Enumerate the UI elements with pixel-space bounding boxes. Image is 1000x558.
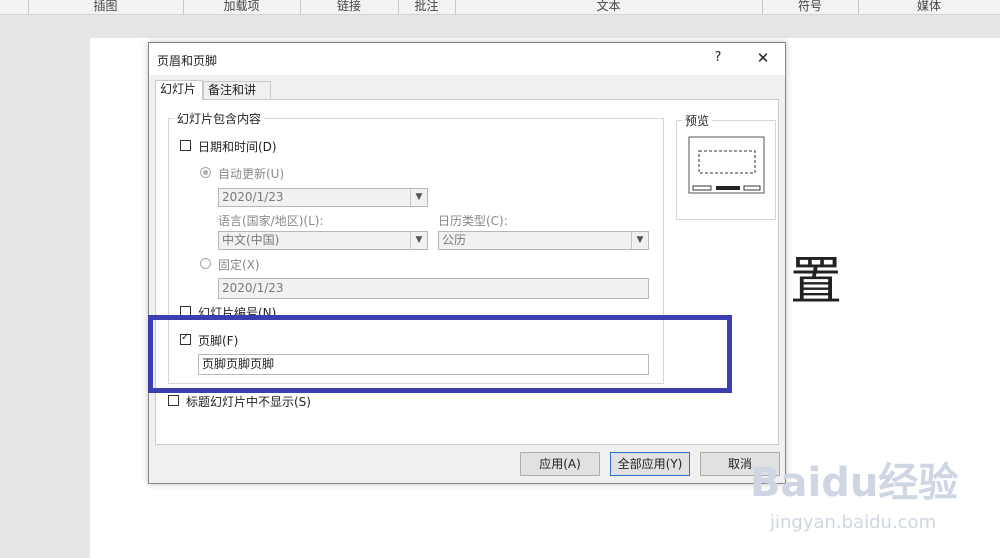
chevron-down-icon: ▼ xyxy=(410,232,427,249)
chevron-down-icon: ▼ xyxy=(631,232,648,249)
ribbon-group-comments[interactable]: 批注 xyxy=(398,0,456,14)
ribbon-group-left-edge xyxy=(0,0,29,14)
tab-panel: 幻灯片包含内容 日期和时间(D) 自动更新(U) 2020/1/23 ▼ 语言(… xyxy=(155,99,779,445)
hide-on-title-slide-label: 标题幻灯片中不显示(S) xyxy=(186,395,311,409)
slide-title-text[interactable]: 置 xyxy=(790,252,842,312)
help-button[interactable]: ? xyxy=(709,49,727,67)
apply-all-button[interactable]: 全部应用(Y) xyxy=(610,452,690,476)
auto-update-label: 自动更新(U) xyxy=(218,167,285,181)
apply-button[interactable]: 应用(A) xyxy=(520,452,600,476)
calendar-type-value: 公历 xyxy=(442,233,467,247)
auto-update-date-value: 2020/1/23 xyxy=(222,190,284,204)
language-value: 中文(中国) xyxy=(222,233,280,247)
ribbon-group-media[interactable]: 媒体 xyxy=(858,0,1000,14)
preview-label: 预览 xyxy=(682,112,713,129)
slide-preview-thumbnail xyxy=(688,136,765,194)
language-select[interactable]: 中文(中国) ▼ xyxy=(218,231,428,250)
tab-slide[interactable]: 幻灯片 xyxy=(155,80,203,100)
ribbon-group-addins[interactable]: 加载项 xyxy=(183,0,301,14)
dialog-title: 页眉和页脚 xyxy=(157,54,218,68)
tab-notes-handouts[interactable]: 备注和讲义 xyxy=(203,81,271,114)
chevron-down-icon: ▼ xyxy=(410,189,427,206)
baidu-watermark-logo: Baidu经验 xyxy=(750,460,959,506)
ribbon-group-bar: 插图 加载项 链接 批注 文本 符号 媒体 xyxy=(0,0,1000,15)
baidu-watermark-url: jingyan.baidu.com xyxy=(770,512,937,533)
calendar-type-label: 日历类型(C): xyxy=(438,214,508,228)
group-title: 幻灯片包含内容 xyxy=(174,110,265,127)
ribbon-group-illustrations[interactable]: 插图 xyxy=(28,0,184,14)
calendar-type-select[interactable]: 公历 ▼ xyxy=(438,231,649,250)
language-label: 语言(国家/地区)(L): xyxy=(218,214,324,228)
ribbon-group-text[interactable]: 文本 xyxy=(455,0,763,14)
fixed-date-input[interactable]: 2020/1/23 xyxy=(218,278,649,299)
ribbon-group-links[interactable]: 链接 xyxy=(300,0,399,14)
date-time-checkbox[interactable] xyxy=(180,140,191,151)
auto-update-date-select[interactable]: 2020/1/23 ▼ xyxy=(218,188,428,207)
fixed-date-label: 固定(X) xyxy=(218,258,260,272)
highlight-annotation-box xyxy=(148,315,732,393)
hide-on-title-slide-checkbox[interactable] xyxy=(168,395,179,406)
header-footer-dialog: 页眉和页脚 ? ✕ 幻灯片 备注和讲义 幻灯片包含内容 日期和时间(D) 自动更… xyxy=(148,42,786,484)
dialog-titlebar[interactable]: 页眉和页脚 ? ✕ xyxy=(149,43,785,75)
date-time-label: 日期和时间(D) xyxy=(198,140,277,154)
fixed-date-radio[interactable] xyxy=(200,258,211,269)
ribbon-group-symbols[interactable]: 符号 xyxy=(762,0,859,14)
close-button[interactable]: ✕ xyxy=(753,48,773,68)
preview-group xyxy=(676,120,776,220)
auto-update-radio[interactable] xyxy=(200,167,211,178)
